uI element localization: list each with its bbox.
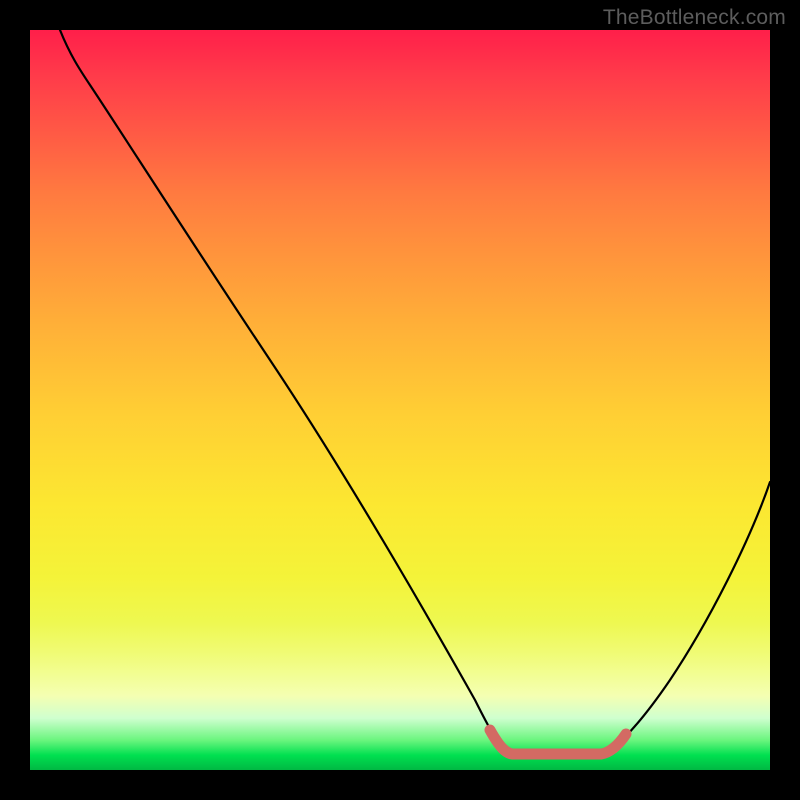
plot-area: [30, 30, 770, 770]
chart-svg: [30, 30, 770, 770]
optimal-region-highlight: [490, 730, 626, 754]
watermark-text: TheBottleneck.com: [603, 6, 786, 30]
chart-frame: TheBottleneck.com: [0, 0, 800, 800]
bottleneck-curve: [60, 30, 770, 753]
